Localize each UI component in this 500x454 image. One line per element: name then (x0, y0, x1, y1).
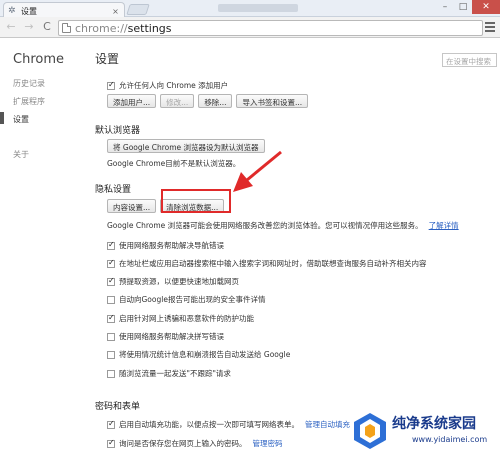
add-user-button[interactable]: 添加用户... (107, 94, 157, 108)
url-scheme: chrome:// (75, 21, 128, 35)
manage-autofill-link[interactable]: 管理自动填充 (305, 419, 350, 430)
learn-more-link[interactable]: 了解详情 (429, 221, 459, 230)
close-window-button[interactable]: ✕ (472, 0, 500, 14)
sidebar: Chrome 历史记录 扩展程序 设置 关于 (0, 38, 80, 454)
privacy-option-checkbox[interactable] (107, 240, 115, 250)
privacy-option-label: 在地址栏或应用启动器搜索框中输入搜索字词和网址时，借助联想查询服务自动补齐相关内… (119, 259, 427, 268)
sidebar-item-history[interactable]: 历史记录 (13, 78, 45, 89)
privacy-option[interactable]: 启用针对网上诱骗和恶意软件的防护功能 (107, 313, 254, 324)
allow-add-users-checkbox[interactable] (107, 80, 115, 90)
privacy-option[interactable]: 随浏览流量一起发送"不跟踪"请求 (107, 368, 231, 379)
edit-user-button[interactable]: 修改... (160, 94, 195, 108)
privacy-option-checkbox[interactable] (107, 369, 115, 378)
allow-add-users-label: 允许任何人向 Chrome 添加用户 (119, 81, 229, 90)
import-bookmarks-button[interactable]: 导入书签和设置... (236, 94, 309, 108)
save-passwords-checkbox[interactable] (107, 438, 115, 448)
privacy-option-checkbox[interactable] (107, 276, 115, 286)
privacy-option-label: 使用网络服务帮助解决导航错误 (119, 241, 224, 250)
privacy-option[interactable]: 在地址栏或应用启动器搜索框中输入搜索字词和网址时，借助联想查询服务自动补齐相关内… (107, 258, 427, 269)
tab-title: 设置 (21, 6, 37, 16)
privacy-option[interactable]: 使用网络服务帮助解决导航错误 (107, 240, 224, 251)
autofill-checkbox[interactable] (107, 419, 115, 429)
address-bar[interactable]: chrome:// settings (58, 20, 483, 36)
gear-icon: ✲ (8, 6, 16, 16)
back-button[interactable]: ← (3, 19, 19, 35)
save-passwords-row[interactable]: 询问是否保存您在网页上输入的密码。 管理密码 (107, 438, 283, 449)
minimize-button[interactable]: – (436, 0, 454, 14)
sidebar-title: Chrome (13, 52, 64, 67)
watermark-title: 纯净系统家园 (392, 416, 476, 432)
privacy-option[interactable]: 自动向Google报告可能出现的安全事件详情 (107, 294, 265, 305)
sidebar-item-extensions[interactable]: 扩展程序 (13, 96, 45, 107)
privacy-option-checkbox[interactable] (107, 313, 115, 323)
toolbar: ← → C chrome:// settings (0, 17, 500, 38)
blurred-tab-region (218, 4, 298, 12)
settings-main: 设置 在设置中搜索 允许任何人向 Chrome 添加用户 添加用户... 修改.… (95, 38, 500, 454)
privacy-option[interactable]: 使用网络服务帮助解决拼写错误 (107, 331, 224, 342)
privacy-description-text: Google Chrome 浏览器可能会使用网络服务改善您的浏览体验。您可以视情… (107, 221, 423, 230)
settings-search-input[interactable]: 在设置中搜索 (442, 53, 497, 67)
watermark-url: www.yidaimei.com (412, 435, 488, 444)
tab-settings[interactable]: ✲ 设置 × (3, 2, 125, 17)
privacy-option-checkbox[interactable] (107, 332, 115, 341)
passwords-heading: 密码和表单 (95, 402, 141, 412)
privacy-option[interactable]: 预提取资源，以便更快速地加载网页 (107, 276, 239, 287)
users-button-row: 添加用户... 修改... 移除... 导入书签和设置... (107, 94, 312, 108)
highlight-box (161, 189, 231, 213)
privacy-option-checkbox[interactable] (107, 258, 115, 268)
watermark: 纯净系统家园 www.yidaimei.com (350, 409, 498, 453)
annotation-arrow (233, 150, 282, 192)
allow-add-users-row[interactable]: 允许任何人向 Chrome 添加用户 (107, 80, 228, 91)
content-settings-button[interactable]: 内容设置... (107, 199, 157, 213)
privacy-description: Google Chrome 浏览器可能会使用网络服务改善您的浏览体验。您可以视情… (107, 220, 459, 231)
autofill-row[interactable]: 启用自动填充功能，以便点按一次即可填写网络表单。 管理自动填充 (107, 419, 350, 430)
watermark-logo-icon (354, 413, 386, 449)
page-title: 设置 (95, 52, 120, 66)
close-tab-icon[interactable]: × (111, 7, 120, 16)
sidebar-item-settings[interactable]: 设置 (13, 114, 29, 125)
manage-passwords-link[interactable]: 管理密码 (253, 438, 283, 449)
default-browser-heading: 默认浏览器 (95, 126, 141, 136)
privacy-option-checkbox[interactable] (107, 350, 115, 359)
tab-strip: ✲ 设置 × – □ ✕ (0, 0, 500, 17)
privacy-heading: 隐私设置 (95, 185, 132, 195)
forward-button[interactable]: → (21, 19, 37, 35)
url-path: settings (127, 21, 172, 35)
autofill-label: 启用自动填充功能，以便点按一次即可填写网络表单。 (119, 420, 299, 429)
privacy-option-label: 随浏览流量一起发送"不跟踪"请求 (119, 369, 231, 378)
privacy-option-label: 将使用情况统计信息和崩溃报告自动发送给 Google (119, 350, 291, 359)
menu-icon[interactable] (484, 21, 496, 33)
window-controls: – □ ✕ (436, 0, 500, 14)
default-browser-status: Google Chrome目前不是默认浏览器。 (107, 159, 241, 168)
privacy-option-label: 使用网络服务帮助解决拼写错误 (119, 332, 224, 341)
remove-user-button[interactable]: 移除... (198, 94, 233, 108)
privacy-option-label: 预提取资源，以便更快速地加载网页 (119, 277, 239, 286)
maximize-button[interactable]: □ (454, 0, 472, 14)
privacy-option[interactable]: 将使用情况统计信息和崩溃报告自动发送给 Google (107, 349, 290, 360)
sidebar-item-about[interactable]: 关于 (13, 149, 29, 160)
page-icon (62, 23, 71, 33)
new-tab-button[interactable] (126, 4, 150, 15)
reload-button[interactable]: C (39, 19, 55, 35)
privacy-option-label: 启用针对网上诱骗和恶意软件的防护功能 (119, 314, 254, 323)
active-marker (0, 112, 4, 124)
save-passwords-label: 询问是否保存您在网页上输入的密码。 (119, 439, 247, 448)
privacy-option-label: 自动向Google报告可能出现的安全事件详情 (119, 295, 266, 304)
privacy-option-checkbox[interactable] (107, 295, 115, 304)
